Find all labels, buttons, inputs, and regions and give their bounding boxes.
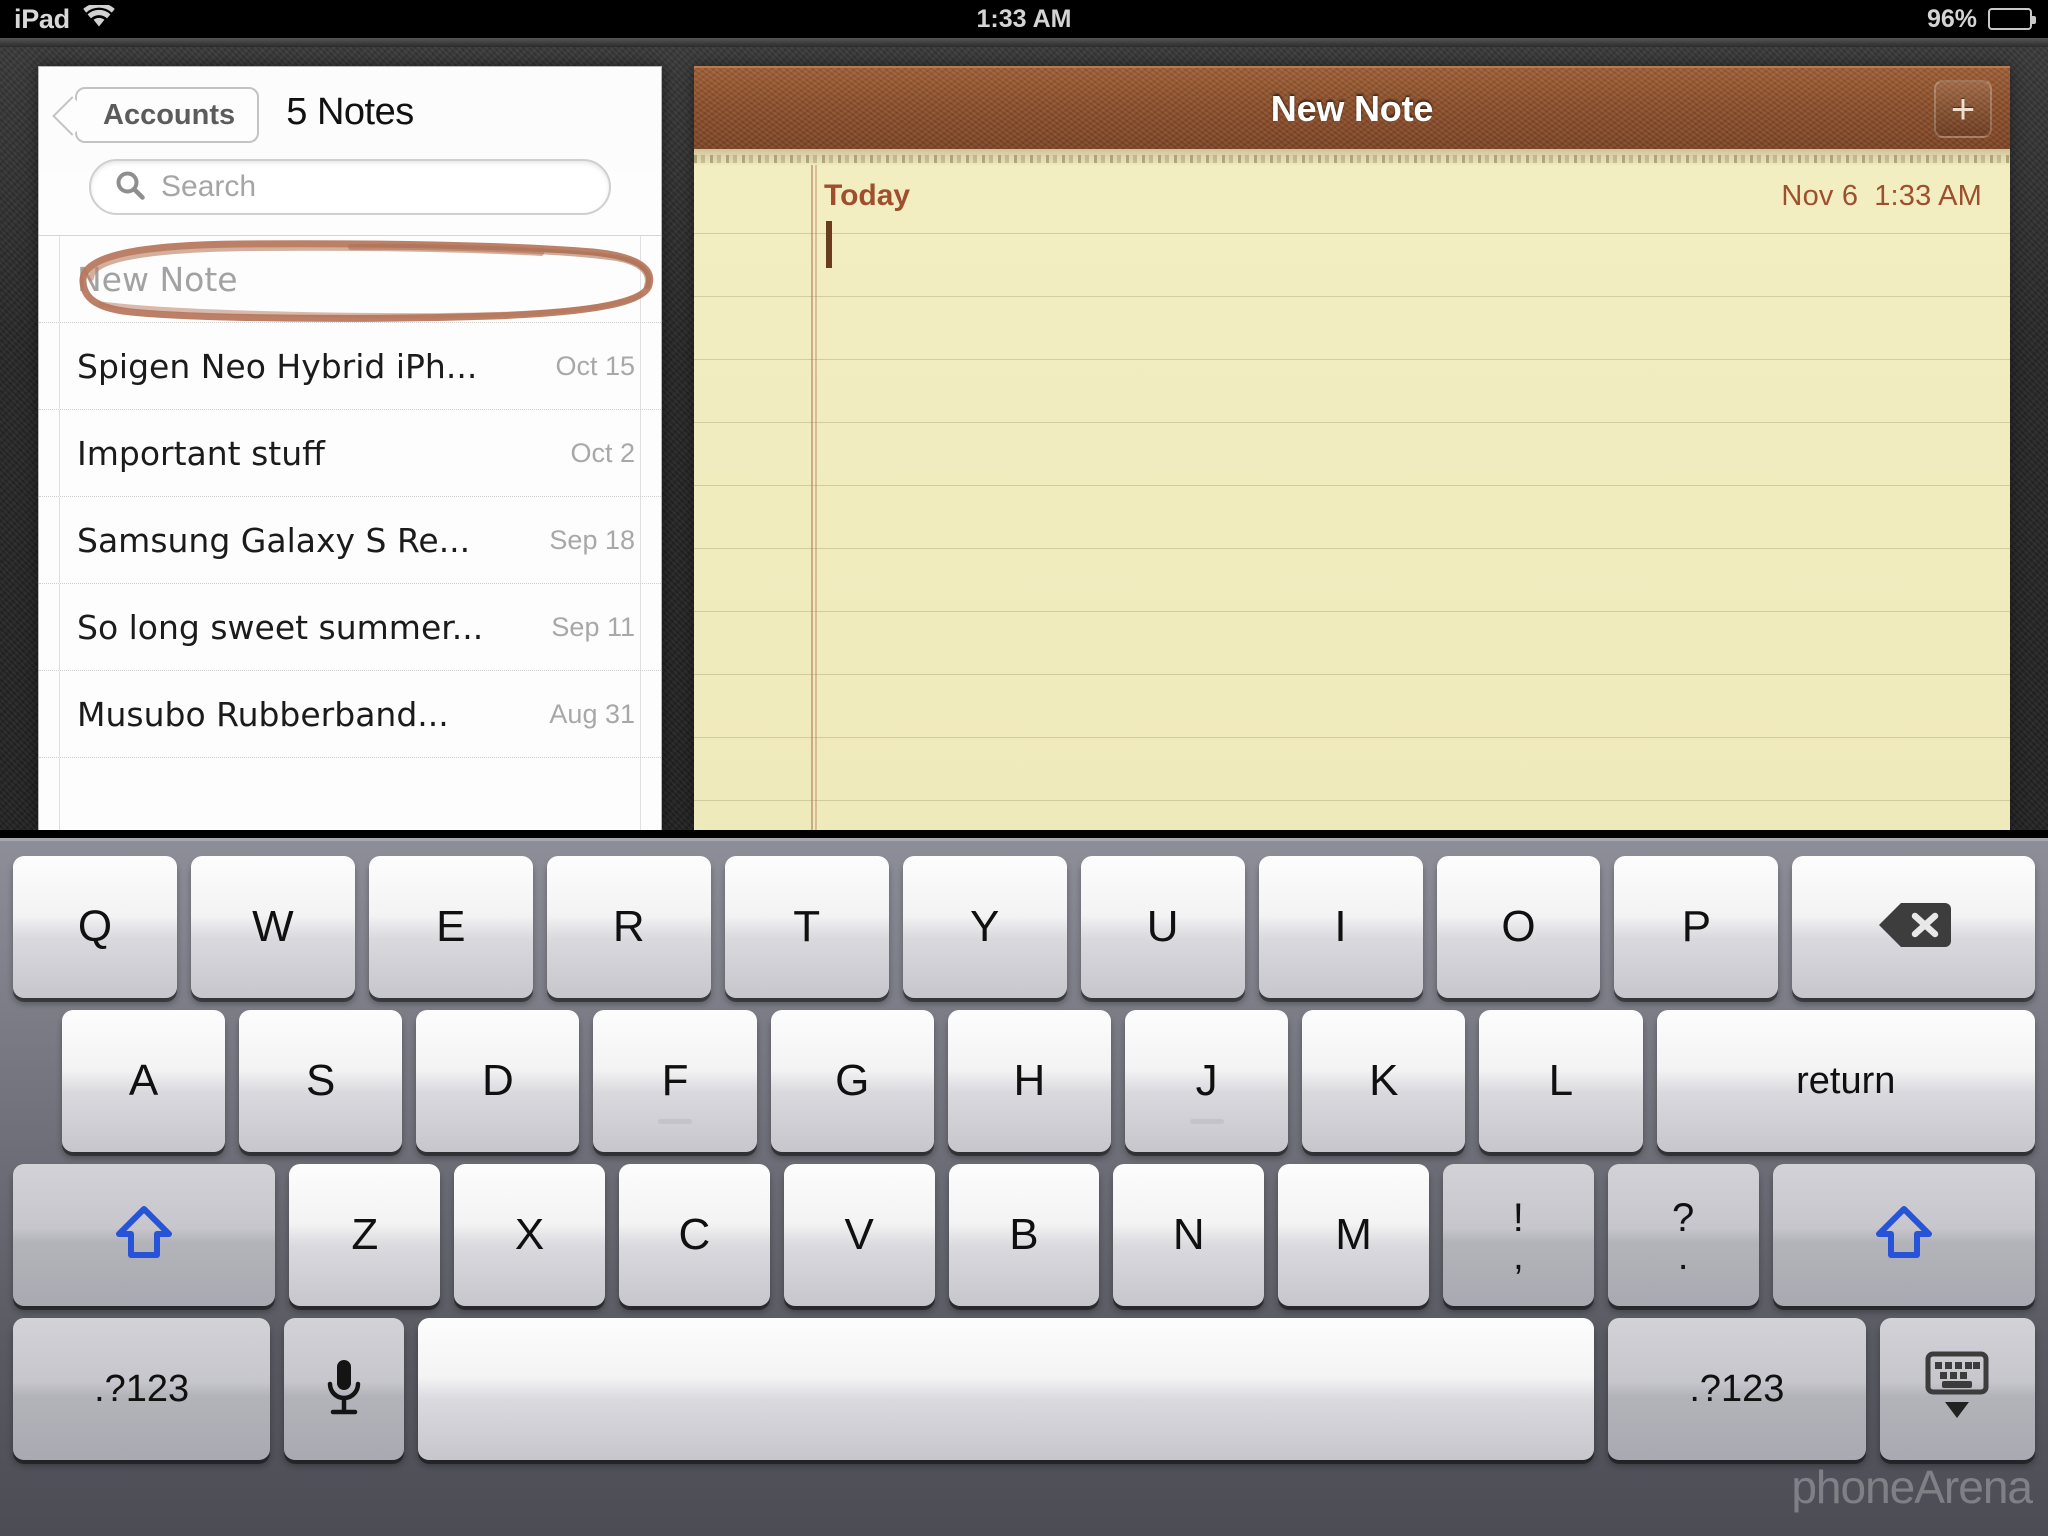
shift-key-left[interactable] [13,1164,276,1306]
shift-key-right[interactable] [1772,1164,2035,1306]
note-detail-title: New Note [1270,87,1434,129]
key-m[interactable]: M [1278,1164,1429,1306]
key-o[interactable]: O [1436,856,1601,998]
key-l[interactable]: L [1479,1010,1643,1152]
note-detail-header: New Note + [694,66,2010,149]
notes-sidebar: Accounts 5 Notes Search New Note Spigen … [38,66,662,830]
key-i[interactable]: I [1258,856,1423,998]
note-title: Spigen Neo Hybrid iPh... [77,346,478,386]
key-x[interactable]: X [454,1164,605,1306]
key-t[interactable]: T [724,856,889,998]
keyboard-row-4: .?123 .?123 [0,1318,2048,1460]
list-item-empty [39,758,661,830]
note-date: Aug 31 [549,698,635,729]
note-date: Sep 11 [551,611,635,642]
key-f[interactable]: F [593,1010,757,1152]
search-input[interactable]: Search [89,159,611,215]
key-question-period[interactable]: ? . [1607,1164,1759,1306]
note-title: So long sweet summer... [77,607,484,647]
note-day-label: Today [824,179,911,212]
paper-margin-line [811,149,817,830]
key-g[interactable]: G [770,1010,934,1152]
paper-torn-edge [694,149,2010,165]
key-y[interactable]: Y [902,856,1067,998]
key-n[interactable]: N [1113,1164,1265,1306]
key-w[interactable]: W [190,856,355,998]
ipad-screen: iPad 1:33 AM 96% Accounts 5 Notes Search… [0,0,2048,1536]
onscreen-keyboard[interactable]: Q W E R T Y U I O P A S D F G H J K L re… [0,838,2048,1536]
list-item[interactable]: New Note [39,236,661,323]
status-bar-clock: 1:33 AM [976,4,1072,33]
note-title: Important stuff [77,433,325,473]
key-q[interactable]: Q [13,856,177,998]
key-j[interactable]: J [1124,1010,1289,1152]
battery-percent: 96% [1926,4,1977,33]
search-icon [113,168,147,207]
key-k[interactable]: K [1302,1010,1466,1152]
shift-arrow-icon [1873,1203,1935,1268]
add-note-button[interactable]: + [1934,79,1992,138]
note-paper[interactable]: Today Nov 6 1:33 AM [694,149,2010,830]
accounts-back-label: Accounts [103,98,236,131]
note-detail-pane: New Note + Today Nov 6 1:33 AM [694,66,2010,830]
list-item[interactable]: Spigen Neo Hybrid iPh... Oct 15 [39,323,661,410]
keyboard-row-1: Q W E R T Y U I O P [0,856,2048,998]
key-u[interactable]: U [1080,856,1245,998]
list-item[interactable]: So long sweet summer... Sep 11 [39,584,661,671]
list-item[interactable]: Musubo Rubberband... Aug 31 [39,671,661,758]
note-date: Oct 15 [555,350,635,381]
note-title: Musubo Rubberband... [77,694,449,734]
hide-keyboard-icon [1922,1348,1992,1431]
search-placeholder: Search [161,170,257,203]
note-timestamp: Nov 6 1:33 AM [1781,180,1982,213]
key-b[interactable]: B [948,1164,1100,1306]
key-a[interactable]: A [61,1010,226,1152]
keyboard-row-3: Z X C V B N M ! , ? . [0,1164,2048,1306]
shift-arrow-icon [113,1203,175,1268]
text-cursor [826,221,832,268]
key-c[interactable]: C [618,1164,770,1306]
keyboard-row-2: A S D F G H J K L return [0,1010,2048,1152]
key-exclam-comma[interactable]: ! , [1442,1164,1594,1306]
notes-list[interactable]: New Note Spigen Neo Hybrid iPh... Oct 15… [39,235,661,830]
list-item[interactable]: Important stuff Oct 2 [39,410,661,497]
note-date: Oct 2 [570,437,635,468]
key-e[interactable]: E [368,856,533,998]
key-z[interactable]: Z [289,1164,441,1306]
microphone-icon [322,1356,366,1423]
plus-icon: + [1950,84,1976,132]
dictation-key[interactable] [284,1318,405,1460]
sidebar-header: Accounts 5 Notes Search [39,67,661,215]
list-item[interactable]: Samsung Galaxy S Re... Sep 18 [39,497,661,584]
return-key[interactable]: return [1656,1010,2036,1152]
note-title: Samsung Galaxy S Re... [77,520,471,560]
note-date: Sep 18 [549,524,635,555]
numeric-key-right[interactable]: .?123 [1608,1318,1866,1460]
note-time-text: 1:33 AM [1874,180,1982,212]
key-r[interactable]: R [546,856,711,998]
status-bar: iPad 1:33 AM 96% [0,0,2048,38]
note-meta: Today Nov 6 1:33 AM [824,179,1982,213]
key-s[interactable]: S [239,1010,403,1152]
dismiss-keyboard-key[interactable] [1879,1318,2035,1460]
search-wrap: Search [39,159,661,217]
space-key[interactable] [418,1318,1595,1460]
battery-icon [1988,8,2036,30]
status-bar-right: 96% [1926,4,2036,34]
backspace-icon [1877,900,1951,955]
key-h[interactable]: H [947,1010,1111,1152]
note-date-text: Nov 6 [1781,180,1859,212]
note-title: New Note [77,259,238,299]
numeric-key-left[interactable]: .?123 [13,1318,271,1460]
key-v[interactable]: V [783,1164,935,1306]
key-d[interactable]: D [416,1010,580,1152]
key-p[interactable]: P [1614,856,1779,998]
backspace-key[interactable] [1792,856,2035,998]
